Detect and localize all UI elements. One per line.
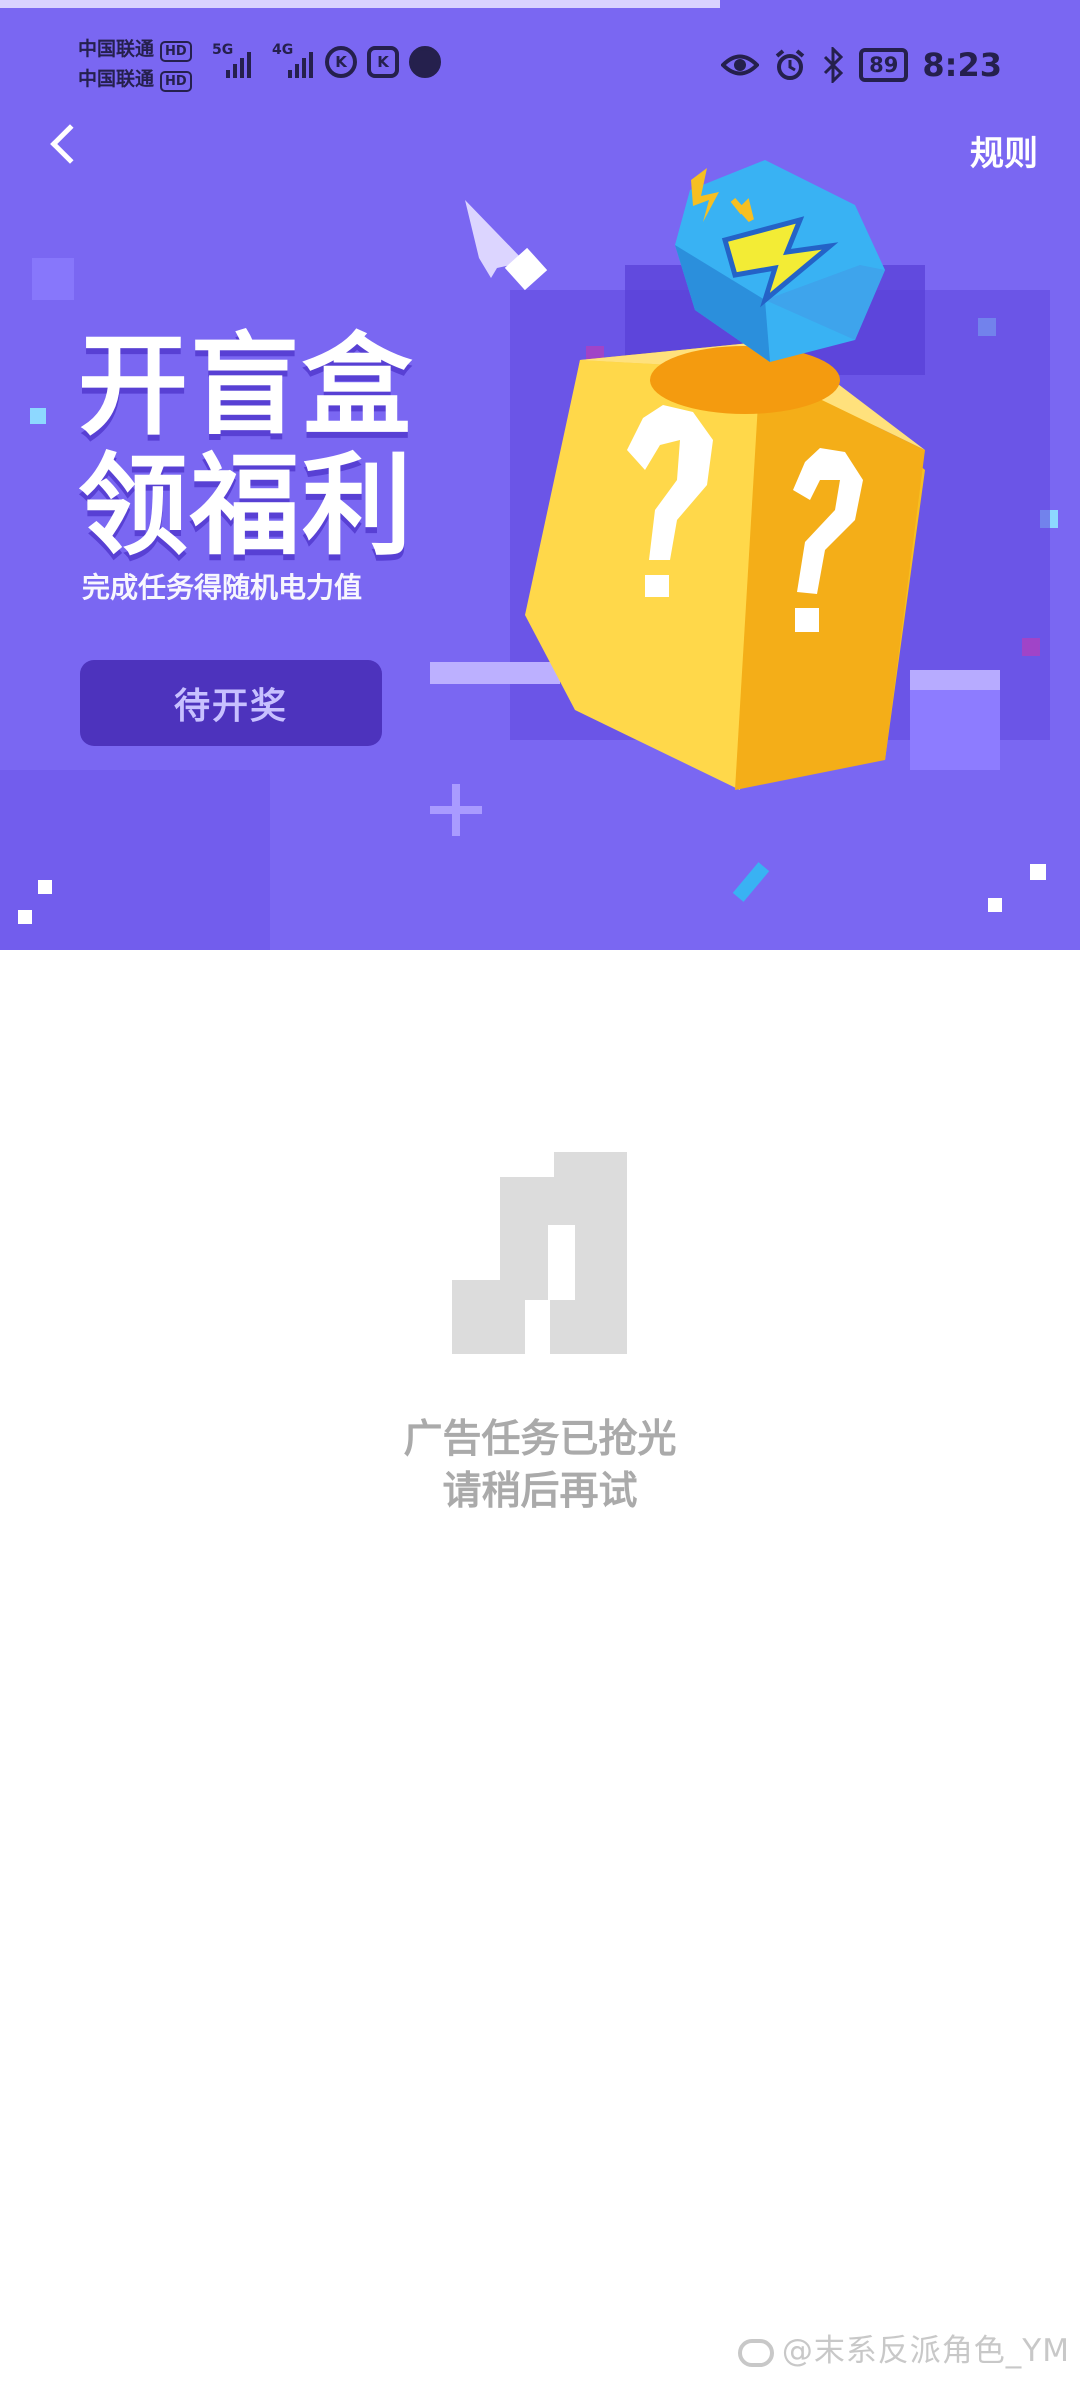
- weibo-logo-icon: [737, 2338, 774, 2367]
- decor-pixel: [732, 862, 770, 902]
- hero-banner: 中国联通 HD 中国联通 HD 5G 4G K K 89 8:23 规则 开盲盒…: [0, 0, 1080, 950]
- carrier-name-1: 中国联通: [78, 38, 155, 60]
- watermark: @末系反派角色_YM: [737, 2325, 1070, 2370]
- empty-music-icon: [452, 1152, 627, 1354]
- clock: 8:23: [922, 46, 1002, 84]
- status-bar: 中国联通 HD 中国联通 HD 5G 4G K K 89 8:23: [0, 30, 1080, 100]
- decor-pixel: [1030, 864, 1046, 880]
- carrier-info: 中国联通 HD 中国联通 HD: [78, 34, 192, 94]
- pending-draw-button[interactable]: 待开奖: [80, 660, 382, 746]
- empty-message-line-1: 广告任务已抢光: [403, 1417, 677, 1462]
- k-app-icon: K: [367, 46, 399, 78]
- decor-pixel: [32, 258, 74, 300]
- battery-icon: 89: [859, 48, 909, 82]
- hero-title-line-2: 领福利: [78, 442, 414, 570]
- hero-title: 开盲盒 领福利: [78, 326, 414, 566]
- chevron-left-icon: [50, 124, 90, 164]
- empty-message-line-2: 请稍后再试: [442, 1469, 638, 1514]
- bluetooth-icon: [824, 47, 844, 83]
- notification-icons: K K: [325, 46, 441, 78]
- decor-block: [0, 770, 270, 950]
- back-button[interactable]: [42, 120, 90, 174]
- decor-pixel: [18, 910, 32, 924]
- mystery-box-illustration: [430, 160, 1050, 790]
- eye-icon: [721, 54, 760, 76]
- hero-subtitle: 完成任务得随机电力值: [82, 571, 363, 604]
- carrier-name-2: 中国联通: [78, 68, 155, 90]
- loading-progress-bar: [0, 0, 720, 8]
- system-status: 89 8:23: [721, 46, 1002, 84]
- alarm-icon: [775, 49, 805, 80]
- decor-pixel: [38, 880, 52, 894]
- signal-icon: [288, 48, 313, 78]
- decor-pixel: [30, 408, 46, 424]
- hd-badge: HD: [160, 41, 192, 62]
- decor-pixel: [988, 898, 1002, 912]
- flame-icon: [409, 46, 441, 78]
- hero-title-line-1: 开盲盒: [78, 322, 414, 450]
- k-app-icon: K: [325, 46, 357, 78]
- hd-badge: HD: [160, 71, 192, 92]
- watermark-text: @末系反派角色_YM: [781, 2333, 1070, 2369]
- signal-icon: [226, 48, 251, 78]
